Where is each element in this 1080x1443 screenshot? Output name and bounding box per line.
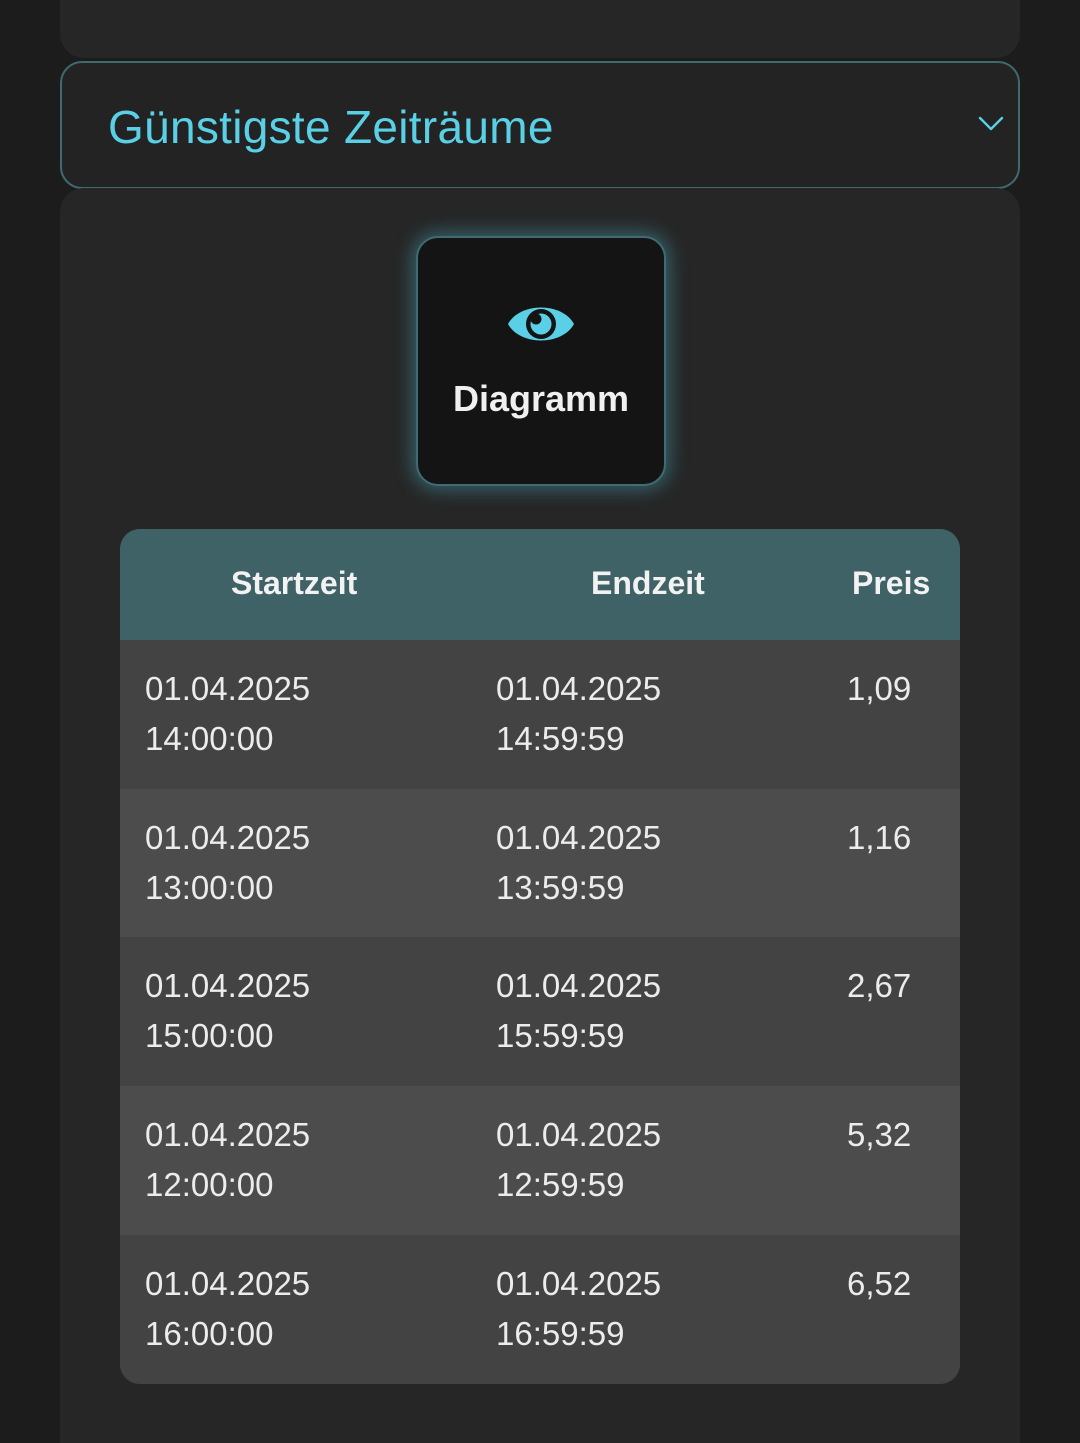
start-date: 01.04.2025	[145, 819, 311, 856]
end-date: 01.04.2025	[496, 967, 662, 1004]
start-cell: 01.04.2025 16:00:00	[145, 1259, 465, 1359]
eye-icon	[508, 307, 574, 341]
page: Günstigste Zeiträume Diagramm Startzeit …	[0, 0, 1080, 1443]
price-cell: 1,09	[847, 670, 912, 707]
diagram-button-label: Diagramm	[452, 378, 630, 419]
start-date: 01.04.2025	[145, 1116, 311, 1153]
periods-table: Startzeit Endzeit Preis 01.04.2025 14:00:…	[120, 529, 960, 1384]
expander-title: Günstigste Zeiträume	[108, 101, 554, 153]
start-date: 01.04.2025	[145, 670, 311, 707]
price-cell: 5,32	[847, 1116, 912, 1153]
end-time: 13:59:59	[496, 869, 625, 906]
header-start-time[interactable]: Startzeit	[231, 561, 357, 605]
end-time: 16:59:59	[496, 1315, 625, 1352]
end-cell: 01.04.2025 13:59:59	[496, 813, 816, 913]
start-time: 13:00:00	[145, 869, 274, 906]
previous-card	[60, 0, 1020, 58]
start-cell: 01.04.2025 13:00:00	[145, 813, 465, 913]
header-end-time[interactable]: Endzeit	[591, 561, 705, 605]
price-cell: 1,16	[847, 819, 912, 856]
table-row: 01.04.2025 12:00:00 01.04.2025 12:59:59 5,…	[120, 1086, 960, 1235]
start-time: 12:00:00	[145, 1166, 274, 1203]
price-cell: 6,52	[847, 1265, 912, 1302]
start-time: 14:00:00	[145, 720, 274, 757]
cheapest-periods-expander-header[interactable]: Günstigste Zeiträume	[60, 61, 1020, 189]
table-row: 01.04.2025 15:00:00 01.04.2025 15:59:59 2,…	[120, 937, 960, 1086]
start-date: 01.04.2025	[145, 1265, 311, 1302]
start-date: 01.04.2025	[145, 967, 311, 1004]
end-time: 12:59:59	[496, 1166, 625, 1203]
end-cell: 01.04.2025 16:59:59	[496, 1259, 816, 1359]
chevron-down-icon[interactable]	[976, 109, 1006, 139]
end-time: 14:59:59	[496, 720, 625, 757]
end-time: 15:59:59	[496, 1017, 625, 1054]
diagram-button[interactable]: Diagramm	[416, 236, 666, 486]
end-cell: 01.04.2025 15:59:59	[496, 961, 816, 1061]
table-row: 01.04.2025 13:00:00 01.04.2025 13:59:59 1,…	[120, 789, 960, 938]
start-time: 16:00:00	[145, 1315, 274, 1352]
header-price[interactable]: Preis	[852, 561, 930, 605]
table-row: 01.04.2025 16:00:00 01.04.2025 16:59:59 6,…	[120, 1235, 960, 1384]
price-cell: 2,67	[847, 967, 912, 1004]
end-date: 01.04.2025	[496, 819, 662, 856]
start-time: 15:00:00	[145, 1017, 274, 1054]
start-cell: 01.04.2025 15:00:00	[145, 961, 465, 1061]
end-cell: 01.04.2025 14:59:59	[496, 664, 816, 764]
end-cell: 01.04.2025 12:59:59	[496, 1110, 816, 1210]
start-cell: 01.04.2025 12:00:00	[145, 1110, 465, 1210]
end-date: 01.04.2025	[496, 1265, 662, 1302]
end-date: 01.04.2025	[496, 1116, 662, 1153]
table-header: Startzeit Endzeit Preis	[120, 529, 960, 640]
start-cell: 01.04.2025 14:00:00	[145, 664, 465, 764]
end-date: 01.04.2025	[496, 670, 662, 707]
table-row: 01.04.2025 14:00:00 01.04.2025 14:59:59 1,…	[120, 640, 960, 789]
